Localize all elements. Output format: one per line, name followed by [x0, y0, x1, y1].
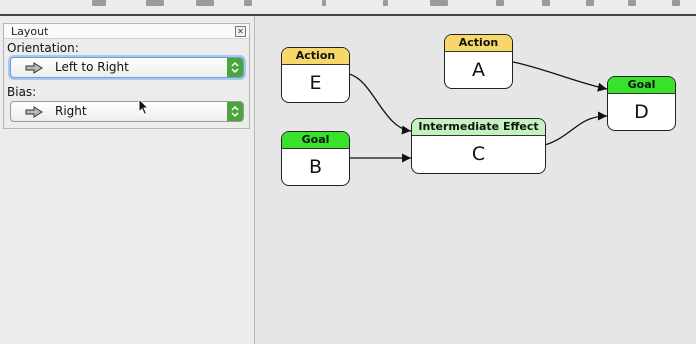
- toolbar-item[interactable]: [322, 0, 326, 6]
- node-d-label: D: [634, 101, 649, 123]
- toolbar-item[interactable]: [586, 0, 594, 6]
- mouse-cursor-icon: [138, 98, 150, 116]
- toolbar-item[interactable]: [383, 0, 388, 6]
- node-e-type: Action: [282, 48, 349, 65]
- bias-value: Right: [55, 104, 87, 118]
- layout-panel-title: Layout: [11, 25, 49, 38]
- toolbar-item[interactable]: [146, 0, 164, 6]
- close-icon[interactable]: ✕: [235, 26, 246, 37]
- node-e-label: E: [309, 72, 322, 94]
- edge-a-to-d[interactable]: [512, 61, 608, 92]
- right-arrow-icon: [25, 106, 43, 118]
- node-b-label: B: [308, 156, 323, 178]
- node-a-type: Action: [445, 35, 512, 52]
- edge-e-to-c[interactable]: [348, 73, 412, 135]
- node-c-label: C: [471, 143, 486, 165]
- bias-dropdown[interactable]: Right: [10, 101, 244, 122]
- toolbar-item[interactable]: [196, 0, 214, 6]
- node-c[interactable]: Intermediate Effect C: [411, 118, 546, 174]
- toolbar-item[interactable]: [92, 0, 106, 6]
- node-a-label: A: [472, 59, 485, 81]
- node-e[interactable]: Action E: [281, 47, 350, 103]
- layout-panel: Layout ✕ Orientation: Left to Right Bias…: [3, 23, 250, 129]
- toolbar-item[interactable]: [672, 0, 680, 6]
- node-b[interactable]: Goal B: [281, 131, 350, 186]
- orientation-value: Left to Right: [55, 60, 129, 74]
- toolbar-item[interactable]: [542, 0, 550, 6]
- toolbar-item[interactable]: [244, 0, 252, 6]
- orientation-dropdown[interactable]: Left to Right: [10, 57, 244, 78]
- node-c-type: Intermediate Effect: [412, 119, 545, 136]
- toolbar-strip: [0, 0, 696, 16]
- orientation-label: Orientation:: [7, 41, 79, 55]
- node-a[interactable]: Action A: [444, 34, 513, 89]
- bias-label: Bias:: [7, 85, 37, 99]
- edge-c-to-d[interactable]: [544, 111, 608, 146]
- chevron-updown-icon[interactable]: [227, 102, 243, 121]
- layout-panel-header: Layout ✕: [4, 24, 249, 39]
- node-d[interactable]: Goal D: [607, 76, 676, 131]
- node-d-type: Goal: [608, 77, 675, 94]
- toolbar-item[interactable]: [628, 0, 636, 6]
- graph-canvas[interactable]: Action E Action A Goal B Intermediate Ef…: [258, 16, 696, 344]
- right-arrow-icon: [25, 62, 43, 74]
- left-sidebar: Layout ✕ Orientation: Left to Right Bias…: [0, 16, 255, 344]
- toolbar-item[interactable]: [430, 0, 448, 6]
- chevron-updown-icon[interactable]: [227, 58, 243, 77]
- toolbar-item[interactable]: [496, 0, 504, 6]
- node-b-type: Goal: [282, 132, 349, 149]
